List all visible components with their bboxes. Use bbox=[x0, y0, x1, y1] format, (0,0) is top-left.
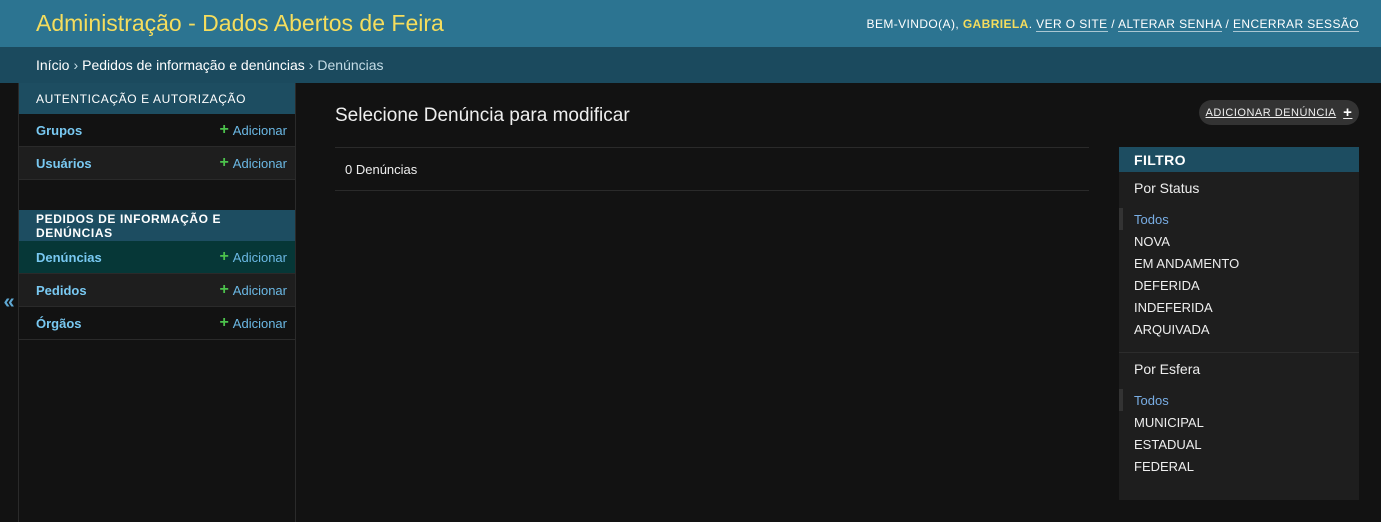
header: Administração - Dados Abertos de Feira B… bbox=[0, 0, 1381, 47]
breadcrumb-separator: › bbox=[308, 57, 314, 73]
module-caption[interactable]: Autenticação e Autorização bbox=[19, 83, 295, 114]
add-pedido-link[interactable]: + Adicionar bbox=[219, 282, 287, 298]
sidebar-item-grupos: Grupos + Adicionar bbox=[19, 114, 295, 147]
plus-icon: + bbox=[1343, 104, 1353, 121]
module-caption[interactable]: Pedidos de informação e denúncias bbox=[19, 210, 295, 241]
plus-icon: + bbox=[219, 281, 229, 298]
model-link-orgaos[interactable]: Órgãos bbox=[36, 316, 82, 331]
plus-icon: + bbox=[219, 154, 229, 171]
site-title[interactable]: Administração - Dados Abertos de Feira bbox=[36, 10, 444, 37]
model-link-usuarios[interactable]: Usuários bbox=[36, 156, 92, 171]
breadcrumb-app[interactable]: Pedidos de informação e denúncias bbox=[82, 57, 305, 73]
add-denuncia-button[interactable]: Adicionar Denúncia + bbox=[1199, 100, 1359, 125]
model-link-denuncias[interactable]: Denúncias bbox=[36, 250, 102, 265]
module-pedidos: Pedidos de informação e denúncias Denúnc… bbox=[19, 210, 295, 340]
breadcrumb-separator: › bbox=[73, 57, 79, 73]
user-tools: BEM-VINDO(A), GABRIELA. VER O SITE / ALT… bbox=[866, 16, 1359, 32]
welcome-text: BEM-VINDO(A), bbox=[866, 16, 963, 31]
filter-option-estadual[interactable]: ESTADUAL bbox=[1119, 433, 1359, 455]
model-link-grupos[interactable]: Grupos bbox=[36, 123, 82, 138]
nav-sidebar: Autenticação e Autorização Grupos + Adici… bbox=[19, 83, 296, 522]
double-chevron-left-icon: « bbox=[3, 291, 15, 313]
filter-group-title: Por Esfera bbox=[1134, 361, 1201, 377]
sidebar-item-usuarios: Usuários + Adicionar bbox=[19, 147, 295, 180]
add-usuario-link[interactable]: + Adicionar bbox=[219, 155, 287, 171]
changelist-filter: FILTRO Por Status Todos NOVA EM ANDAMENT… bbox=[1119, 147, 1359, 500]
filter-group-status: Por Status Todos NOVA EM ANDAMENTO DEFER… bbox=[1119, 172, 1359, 353]
main-content: Selecione Denúncia para modificar Adicio… bbox=[335, 83, 1359, 522]
filter-option-todos[interactable]: Todos bbox=[1119, 208, 1359, 230]
add-denuncia-link[interactable]: + Adicionar bbox=[219, 249, 287, 265]
filter-option-todos[interactable]: Todos bbox=[1119, 389, 1359, 411]
filter-option-em-andamento[interactable]: EM ANDAMENTO bbox=[1119, 252, 1359, 274]
add-grupo-link[interactable]: + Adicionar bbox=[219, 122, 287, 138]
filter-option-indeferida[interactable]: INDEFERIDA bbox=[1119, 296, 1359, 318]
breadcrumb-current: Denúncias bbox=[317, 57, 384, 73]
filter-option-deferida[interactable]: DEFERIDA bbox=[1119, 274, 1359, 296]
change-password-link[interactable]: ALTERAR SENHA bbox=[1118, 16, 1222, 32]
toggle-sidebar-button[interactable]: « bbox=[0, 83, 19, 522]
breadcrumb-home[interactable]: Início bbox=[36, 57, 69, 73]
username: GABRIELA bbox=[962, 16, 1029, 31]
sidebar-item-denuncias: Denúncias + Adicionar bbox=[19, 241, 295, 274]
breadcrumb: Início › Pedidos de informação e denúnci… bbox=[0, 47, 1381, 83]
filter-option-nova[interactable]: NOVA bbox=[1119, 230, 1359, 252]
filter-option-federal[interactable]: FEDERAL bbox=[1119, 455, 1359, 477]
filter-option-municipal[interactable]: MUNICIPAL bbox=[1119, 411, 1359, 433]
filter-title: FILTRO bbox=[1119, 147, 1359, 172]
module-auth: Autenticação e Autorização Grupos + Adici… bbox=[19, 83, 295, 180]
result-count-text: 0 Denúncias bbox=[345, 161, 418, 177]
filter-option-arquivada[interactable]: ARQUIVADA bbox=[1119, 318, 1359, 340]
filter-group-esfera: Por Esfera Todos MUNICIPAL ESTADUAL FEDE… bbox=[1119, 353, 1359, 489]
filter-group-title: Por Status bbox=[1134, 180, 1200, 196]
plus-icon: + bbox=[219, 314, 229, 331]
result-count: 0 Denúncias bbox=[335, 147, 1089, 191]
view-site-link[interactable]: VER O SITE bbox=[1036, 16, 1108, 32]
plus-icon: + bbox=[219, 121, 229, 138]
sidebar-item-orgaos: Órgãos + Adicionar bbox=[19, 307, 295, 340]
logout-link[interactable]: ENCERRAR SESSÃO bbox=[1232, 16, 1359, 32]
sidebar-item-pedidos: Pedidos + Adicionar bbox=[19, 274, 295, 307]
plus-icon: + bbox=[219, 248, 229, 265]
model-link-pedidos[interactable]: Pedidos bbox=[36, 283, 87, 298]
page-title: Selecione Denúncia para modificar bbox=[335, 105, 630, 126]
add-orgao-link[interactable]: + Adicionar bbox=[219, 315, 287, 331]
